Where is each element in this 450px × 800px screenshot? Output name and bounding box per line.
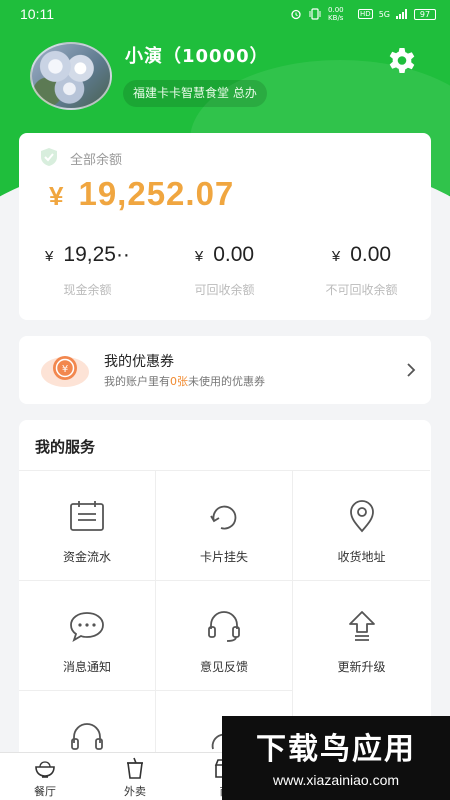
gear-icon[interactable] xyxy=(386,46,418,78)
nonrecyclable-balance-label: 不可回收余额 xyxy=(325,283,398,297)
hd-badge: HD xyxy=(358,9,373,19)
svg-text:¥: ¥ xyxy=(62,364,68,375)
service-label: 资金流水 xyxy=(62,550,111,564)
service-support[interactable] xyxy=(19,690,156,760)
balance-card: 全部余额 ¥19,252.07 ¥19,25·· 现金余额 ¥0.00 可回收余… xyxy=(19,133,431,320)
services-card: 我的服务 资金流水 卡片挂失 收货地址 消息通知 意见反馈 更新升级 xyxy=(19,420,431,760)
coupon-title: 我的优惠券 xyxy=(104,354,174,370)
watermark: 下载鸟应用 www.xiazainiao.com xyxy=(222,716,450,800)
watermark-title: 下载鸟应用 xyxy=(256,732,416,767)
service-label: 更新升级 xyxy=(337,660,386,674)
cash-balance-amount: ¥19,25·· xyxy=(45,243,130,266)
organization-badge: 福建卡卡智慧食堂 总办 xyxy=(123,80,267,107)
signal-icon xyxy=(396,9,407,19)
nonrecyclable-balance-amount: ¥0.00 xyxy=(331,243,392,266)
recyclable-balance-label: 可回收余额 xyxy=(194,283,255,297)
upgrade-icon xyxy=(348,611,375,641)
service-address[interactable]: 收货地址 xyxy=(293,470,430,580)
service-notifications[interactable]: 消息通知 xyxy=(19,580,156,690)
headset-icon xyxy=(71,723,103,750)
service-card-loss[interactable]: 卡片挂失 xyxy=(156,470,293,580)
refresh-icon xyxy=(210,505,237,530)
chat-icon xyxy=(70,612,104,642)
service-label: 消息通知 xyxy=(62,660,111,674)
service-label: 收货地址 xyxy=(337,550,386,564)
tab-takeout[interactable]: 外卖 xyxy=(90,753,180,800)
tab-restaurant[interactable]: 餐厅 xyxy=(0,753,90,800)
tab-label: 餐厅 xyxy=(34,785,56,798)
status-time: 10:11 xyxy=(20,6,54,22)
total-balance-value: 19,252.07 xyxy=(78,175,235,212)
coupon-card[interactable]: ¥ 我的优惠券 我的账户里有0张未使用的优惠券 xyxy=(19,336,431,404)
service-label: 意见反馈 xyxy=(199,660,248,674)
user-name: 小演（10000） xyxy=(125,46,269,67)
net-speed: 0.00 KB/s xyxy=(328,6,344,22)
headset-icon xyxy=(208,611,240,642)
nonrecyclable-balance: ¥0.00 不可回收余额 xyxy=(293,243,430,298)
service-upgrade[interactable]: 更新升级 xyxy=(293,580,430,690)
battery-indicator: 97 xyxy=(414,8,436,20)
status-icons: 0.00 KB/s HD 5G 97 xyxy=(290,6,436,22)
status-bar: 10:11 0.00 KB/s HD 5G 97 xyxy=(0,0,450,28)
cash-balance-label: 现金余额 xyxy=(63,283,112,297)
service-label: 卡片挂失 xyxy=(199,550,248,564)
shield-check-icon xyxy=(41,148,57,166)
recyclable-balance: ¥0.00 可回收余额 xyxy=(156,243,293,298)
coupon-subtitle: 我的账户里有0张未使用的优惠券 xyxy=(104,375,265,388)
coupon-icon: ¥ xyxy=(41,356,89,387)
avatar[interactable] xyxy=(30,42,112,110)
service-feedback[interactable]: 意见反馈 xyxy=(156,580,293,690)
recyclable-balance-amount: ¥0.00 xyxy=(194,243,255,266)
location-icon xyxy=(349,500,374,533)
watermark-url: www.xiazainiao.com xyxy=(272,772,400,788)
cash-balance: ¥19,25·· 现金余额 xyxy=(19,243,156,298)
signal-label: 5G xyxy=(378,9,390,19)
total-balance: ¥19,252.07 xyxy=(49,175,234,213)
coupon-count: 0张 xyxy=(170,375,188,388)
currency-symbol: ¥ xyxy=(49,181,65,211)
calendar-icon xyxy=(70,501,104,531)
alarm-icon xyxy=(291,9,301,20)
takeout-cup-icon xyxy=(127,757,143,779)
chevron-right-icon xyxy=(407,363,416,377)
bowl-icon xyxy=(35,761,55,778)
balance-title: 全部余额 xyxy=(70,153,123,168)
services-title: 我的服务 xyxy=(35,438,96,456)
vibrate-icon xyxy=(309,8,321,20)
tab-label: 外卖 xyxy=(124,785,146,798)
service-fund-flow[interactable]: 资金流水 xyxy=(19,470,156,580)
